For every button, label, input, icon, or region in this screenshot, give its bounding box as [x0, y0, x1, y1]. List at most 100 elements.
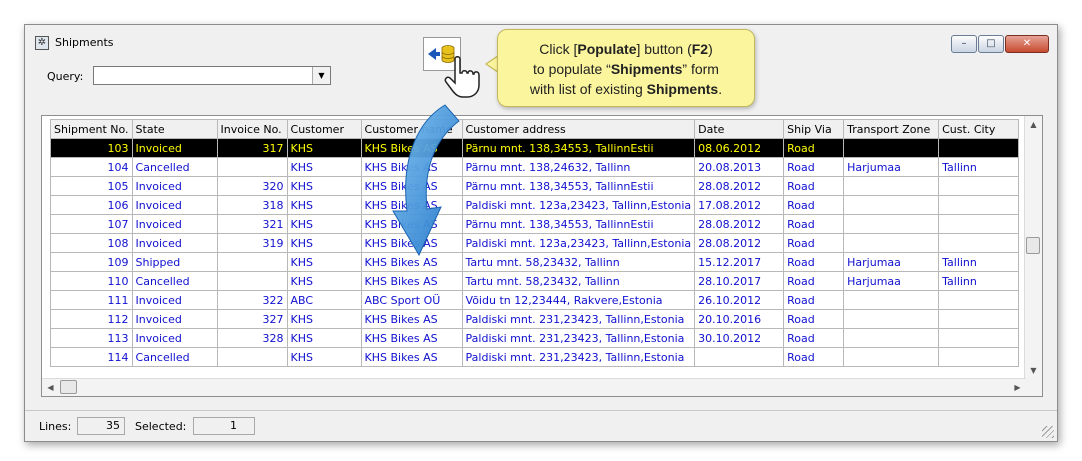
table-cell: 26.10.2012: [694, 290, 785, 310]
table-cell: [938, 138, 1020, 158]
table-cell: Pärnu mnt. 138,34553, TallinnEstii: [461, 214, 696, 234]
table-cell: 113: [50, 328, 133, 348]
table-cell: Cancelled: [131, 271, 218, 291]
table-cell: [938, 214, 1020, 234]
table-cell: KHS Bikes AS: [360, 233, 463, 253]
table-cell: ABC Sport OÜ: [360, 290, 463, 310]
table-cell: 109: [50, 252, 133, 272]
table-cell: 321: [216, 214, 288, 234]
query-dropdown[interactable]: ▼: [93, 66, 331, 85]
table-row[interactable]: 108 Invoiced 319 KHS KHS Bikes AS Paldiski mn…: [50, 233, 1020, 253]
column-header[interactable]: Ship Via: [783, 119, 845, 139]
table-cell: KHS: [286, 233, 362, 253]
scroll-right-icon[interactable]: ▶: [1009, 379, 1026, 396]
table-cell: Invoiced: [131, 290, 218, 310]
table-cell: KHS Bikes AS: [360, 252, 463, 272]
minimize-button[interactable]: –: [951, 35, 977, 53]
table-cell: Cancelled: [131, 347, 218, 367]
table-cell: Pärnu mnt. 138,34553, TallinnEstii: [461, 176, 696, 196]
table-cell: 15.12.2017: [694, 252, 785, 272]
column-header[interactable]: Invoice No.: [216, 119, 288, 139]
scroll-down-icon[interactable]: ▼: [1025, 362, 1042, 379]
table-cell: [843, 328, 940, 348]
column-header[interactable]: Customer name: [360, 119, 463, 139]
table-row[interactable]: 103 Invoiced 317 KHS KHS Bikes AS Pärnu mnt. …: [50, 138, 1020, 158]
table-row[interactable]: 112 Invoiced 327 KHS KHS Bikes AS Paldiski mn…: [50, 309, 1020, 329]
table-cell: KHS: [286, 214, 362, 234]
populate-callout: Click [Populate] button (F2) to populate…: [497, 29, 755, 107]
column-header[interactable]: Shipment No.: [50, 119, 133, 139]
table-cell: [216, 157, 288, 177]
table-cell: Road: [783, 195, 845, 215]
vertical-scrollbar[interactable]: ▲ ▼: [1024, 116, 1042, 396]
table-cell: Tartu mnt. 58,23432, Tallinn: [461, 271, 696, 291]
table-cell: Invoiced: [131, 309, 218, 329]
table-cell: 28.10.2017: [694, 271, 785, 291]
header-row: Shipment No. State Invoice No. Customer …: [50, 119, 1020, 139]
column-header[interactable]: Transport Zone: [843, 119, 940, 139]
table-row[interactable]: 105 Invoiced 320 KHS KHS Bikes AS Pärnu mnt. …: [50, 176, 1020, 196]
column-header[interactable]: Cust. City: [938, 119, 1020, 139]
table-cell: Road: [783, 328, 845, 348]
table-cell: [938, 290, 1020, 310]
scroll-up-icon[interactable]: ▲: [1025, 116, 1042, 133]
table-cell: 103: [50, 138, 133, 158]
table-cell: [938, 233, 1020, 253]
table-cell: 28.08.2012: [694, 233, 785, 253]
table-cell: 20.08.2013: [694, 157, 785, 177]
lines-label: Lines:: [39, 420, 72, 433]
table-cell: KHS Bikes AS: [360, 176, 463, 196]
table-cell: Road: [783, 138, 845, 158]
table-cell: [938, 195, 1020, 215]
table-cell: 320: [216, 176, 288, 196]
table-cell: 317: [216, 138, 288, 158]
table-row[interactable]: 110 Cancelled KHS KHS Bikes AS Tartu mnt. 58…: [50, 271, 1020, 291]
close-button[interactable]: ✕: [1005, 35, 1049, 53]
table-row[interactable]: 107 Invoiced 321 KHS KHS Bikes AS Pärnu mnt. …: [50, 214, 1020, 234]
table-cell: [843, 309, 940, 329]
table-cell: Pärnu mnt. 138,24632, Tallinn: [461, 157, 696, 177]
table-cell: Invoiced: [131, 233, 218, 253]
chevron-down-icon[interactable]: ▼: [312, 67, 330, 84]
selected-count: 1: [193, 417, 255, 435]
column-header[interactable]: Customer: [286, 119, 362, 139]
lines-count: 35: [77, 417, 125, 435]
table-row[interactable]: 114 Cancelled KHS KHS Bikes AS Paldiski mnt.…: [50, 347, 1020, 367]
table-cell: KHS: [286, 252, 362, 272]
table-cell: 106: [50, 195, 133, 215]
window-title: Shipments: [55, 36, 114, 49]
table-cell: Paldiski mnt. 231,23423, Tallinn,Estonia: [461, 347, 696, 367]
table-row[interactable]: 111 Invoiced 322 ABC ABC Sport OÜ Võidu tn 12…: [50, 290, 1020, 310]
horizontal-scroll-thumb[interactable]: [60, 380, 77, 394]
table-cell: Road: [783, 157, 845, 177]
vertical-scroll-thumb[interactable]: [1026, 237, 1040, 254]
table-cell: 112: [50, 309, 133, 329]
column-header[interactable]: Date: [694, 119, 785, 139]
column-header[interactable]: State: [131, 119, 218, 139]
table-row[interactable]: 109 Shipped KHS KHS Bikes AS Tartu mnt. 58,2…: [50, 252, 1020, 272]
table-cell: Tallinn: [938, 157, 1020, 177]
maximize-button[interactable]: □: [978, 35, 1004, 53]
window-controls: – □ ✕: [950, 35, 1049, 53]
table-row[interactable]: 104 Cancelled KHS KHS Bikes AS Pärnu mnt. 13…: [50, 157, 1020, 177]
table-cell: Invoiced: [131, 195, 218, 215]
resize-grip-icon[interactable]: [1042, 426, 1054, 438]
table-cell: KHS: [286, 347, 362, 367]
table-row[interactable]: 106 Invoiced 318 KHS KHS Bikes AS Paldiski mn…: [50, 195, 1020, 215]
table-cell: Road: [783, 176, 845, 196]
table-cell: [843, 290, 940, 310]
table-cell: [843, 195, 940, 215]
table-cell: [216, 347, 288, 367]
shipments-grid[interactable]: Shipment No. State Invoice No. Customer …: [41, 115, 1043, 397]
horizontal-scrollbar[interactable]: ◀ ▶: [42, 378, 1026, 396]
table-cell: [216, 271, 288, 291]
table-row[interactable]: 113 Invoiced 328 KHS KHS Bikes AS Paldiski mn…: [50, 328, 1020, 348]
table-body: 103 Invoiced 317 KHS KHS Bikes AS Pärnu mnt. …: [50, 138, 1020, 367]
table-cell: [938, 328, 1020, 348]
table-cell: [216, 252, 288, 272]
table-cell: 08.06.2012: [694, 138, 785, 158]
column-header[interactable]: Customer address: [461, 119, 696, 139]
table-cell: KHS: [286, 309, 362, 329]
table-cell: [843, 138, 940, 158]
scroll-left-icon[interactable]: ◀: [42, 379, 59, 396]
